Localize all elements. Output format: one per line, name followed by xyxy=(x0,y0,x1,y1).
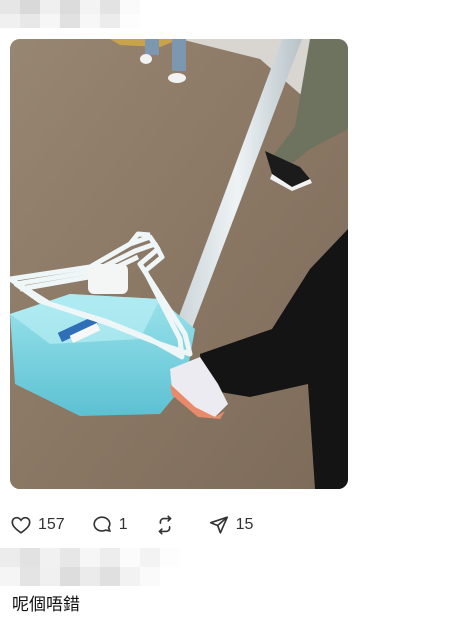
share-count: 15 xyxy=(235,516,254,533)
send-plane-icon xyxy=(208,514,230,536)
shoe xyxy=(140,54,152,64)
shoe xyxy=(168,73,186,83)
jeans-leg xyxy=(172,39,186,71)
heart-icon xyxy=(10,514,32,536)
like-count: 157 xyxy=(38,516,65,533)
post-actions: 157 1 15 xyxy=(10,512,279,538)
post-photo[interactable] xyxy=(10,39,348,489)
share-button[interactable]: 15 xyxy=(208,512,254,538)
post-screen: 157 1 15 呢個唔錯 xyxy=(0,0,451,627)
comment-bubble-icon xyxy=(91,514,113,536)
reply-count: 1 xyxy=(118,516,128,533)
hanger-clip xyxy=(88,264,128,294)
jeans-leg xyxy=(145,39,159,55)
blurred-reply-author xyxy=(0,548,180,586)
repost-button[interactable] xyxy=(154,512,182,538)
reply-text: 呢個唔錯 xyxy=(12,595,80,615)
blurred-author-name xyxy=(0,0,142,28)
reply-button[interactable]: 1 xyxy=(91,512,128,538)
like-button[interactable]: 157 xyxy=(10,512,65,538)
repost-arrows-icon xyxy=(154,514,176,536)
floor xyxy=(10,39,348,489)
